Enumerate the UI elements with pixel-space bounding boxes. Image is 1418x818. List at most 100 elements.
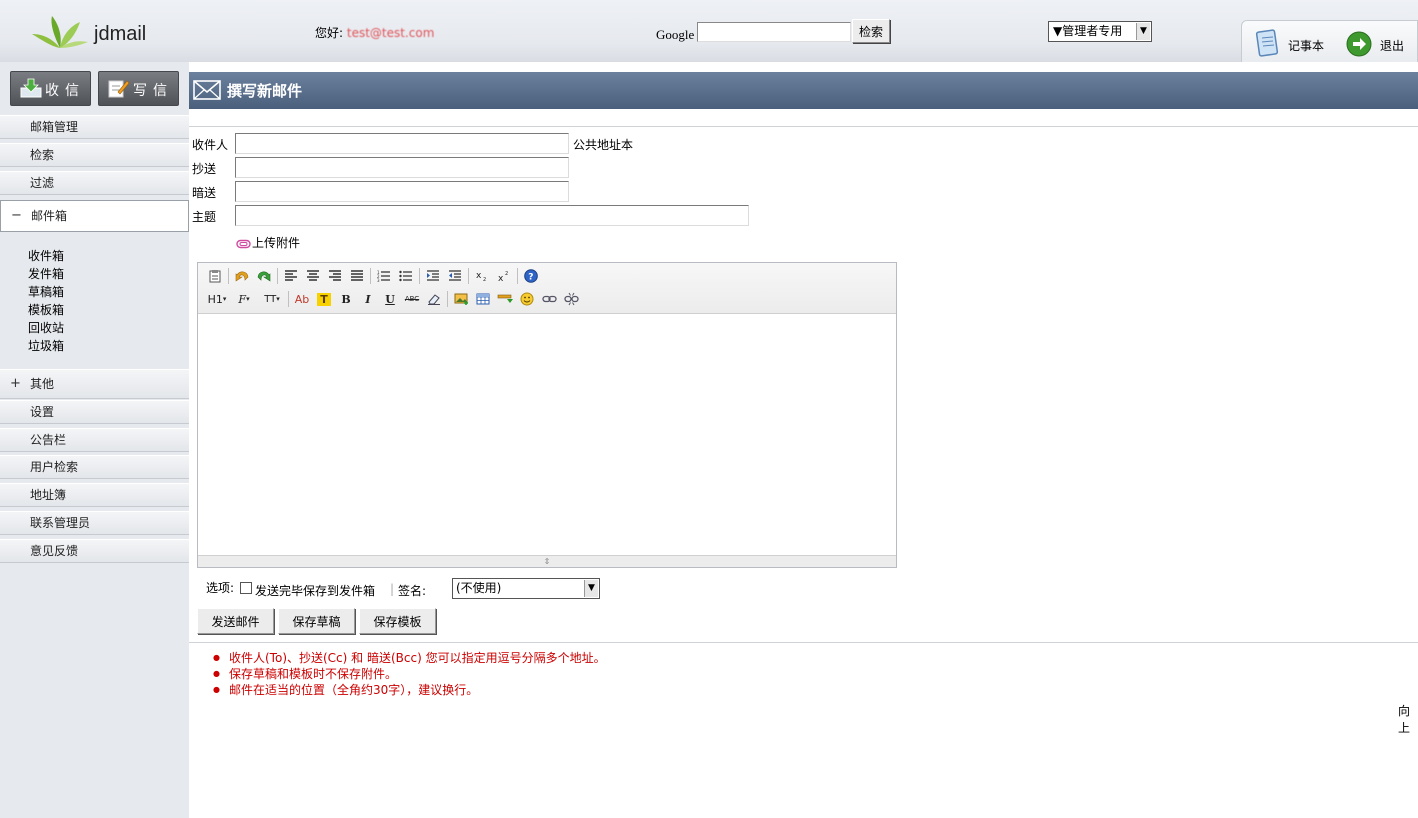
logo-text: jdmail bbox=[94, 23, 147, 45]
save-to-sent-label[interactable]: 发送完毕保存到发件箱 bbox=[255, 582, 375, 599]
font-size-dropdown[interactable]: TT ▾ bbox=[258, 289, 286, 309]
signature-select[interactable]: (不使用) ▼ bbox=[452, 578, 600, 599]
sidebar-item-user-search[interactable]: 用户检索 bbox=[0, 455, 189, 479]
bold-button[interactable]: B bbox=[335, 289, 357, 309]
cc-field[interactable] bbox=[235, 157, 569, 178]
strikethrough-label: ABC bbox=[404, 295, 420, 303]
sidebar-item-other[interactable]: + 其他 bbox=[0, 369, 189, 399]
insert-table-icon[interactable] bbox=[472, 289, 494, 309]
bcc-field[interactable] bbox=[235, 181, 569, 202]
folder-spam[interactable]: 垃圾箱 bbox=[28, 337, 64, 354]
folder-inbox[interactable]: 收件箱 bbox=[28, 247, 64, 264]
receive-mail-button[interactable]: 收信 bbox=[10, 71, 91, 106]
heading-dropdown[interactable]: H1 ▾ bbox=[204, 289, 230, 309]
sidebar-item-bulletin[interactable]: 公告栏 bbox=[0, 428, 189, 452]
sidebar-item-settings[interactable]: 设置 bbox=[0, 400, 189, 424]
text-color-button[interactable]: Ab bbox=[291, 289, 313, 309]
logout-link[interactable]: 退出 bbox=[1380, 37, 1404, 54]
google-search-input[interactable] bbox=[697, 22, 851, 42]
toolbar-separator bbox=[419, 268, 420, 284]
sidebar-item-address-book[interactable]: 地址簿 bbox=[0, 483, 189, 507]
folder-templates[interactable]: 模板箱 bbox=[28, 301, 64, 318]
expand-plus-icon: + bbox=[10, 376, 21, 391]
sidebar-item-feedback[interactable]: 意见反馈 bbox=[0, 539, 189, 563]
logo[interactable]: jdmail bbox=[32, 14, 162, 50]
logout-arrow-icon[interactable] bbox=[1346, 31, 1372, 57]
cc-label: 抄送 bbox=[192, 162, 217, 176]
italic-label: I bbox=[365, 292, 371, 306]
write-mail-label: 写信 bbox=[133, 83, 173, 99]
to-field[interactable] bbox=[235, 133, 569, 154]
highlight-button[interactable]: T bbox=[313, 289, 335, 309]
highlight-label: T bbox=[317, 292, 331, 306]
sidebar-item-label: 检索 bbox=[30, 148, 55, 162]
greeting-label: 您好: bbox=[315, 26, 344, 40]
ordered-list-icon[interactable]: 123 bbox=[373, 266, 395, 286]
toolbar-separator bbox=[468, 268, 469, 284]
insert-rule-icon[interactable] bbox=[494, 289, 516, 309]
sidebar-item-label: 用户检索 bbox=[30, 460, 79, 474]
editor-content-area[interactable] bbox=[198, 315, 896, 556]
subscript-icon[interactable]: x2 bbox=[471, 266, 493, 286]
collapse-minus-icon: − bbox=[11, 208, 22, 223]
save-to-sent-checkbox[interactable] bbox=[240, 582, 252, 594]
resize-grip-icon: ⇕ bbox=[543, 557, 551, 566]
folder-drafts[interactable]: 草稿箱 bbox=[28, 283, 64, 300]
help-icon[interactable]: ? bbox=[520, 266, 542, 286]
strikethrough-button[interactable]: ABC bbox=[401, 289, 423, 309]
superscript-icon[interactable]: x2 bbox=[493, 266, 515, 286]
outdent-icon[interactable] bbox=[444, 266, 466, 286]
google-search-button[interactable]: 检索 bbox=[852, 19, 890, 43]
indent-icon[interactable] bbox=[422, 266, 444, 286]
memo-link[interactable]: 记事本 bbox=[1288, 37, 1324, 54]
public-address-book-link[interactable]: 公共地址本 bbox=[573, 136, 633, 153]
underline-button[interactable]: U bbox=[379, 289, 401, 309]
link-icon[interactable] bbox=[538, 289, 560, 309]
toolbar-row: 123 x2 x2 ? bbox=[204, 265, 542, 287]
paste-icon[interactable] bbox=[204, 266, 226, 286]
sidebar-item-contact-admin[interactable]: 联系管理员 bbox=[0, 511, 189, 535]
insert-image-icon[interactable] bbox=[450, 289, 472, 309]
options-separator: | bbox=[390, 582, 395, 596]
toolbar-separator bbox=[447, 291, 448, 307]
username: test@test.com bbox=[346, 26, 435, 40]
sidebar: 收信 写信 邮箱管理 检索 过滤 − 邮件箱 收件箱 发件箱 草稿箱 模板箱 回… bbox=[0, 62, 189, 818]
divider bbox=[189, 109, 1418, 127]
eraser-icon[interactable] bbox=[423, 289, 445, 309]
back-to-top-link[interactable]: 向上 bbox=[1398, 702, 1418, 736]
save-template-button[interactable]: 保存模板 bbox=[359, 608, 436, 634]
save-draft-button[interactable]: 保存草稿 bbox=[278, 608, 355, 634]
sidebar-item-filter[interactable]: 过滤 bbox=[0, 171, 189, 195]
sidebar-item-label: 其他 bbox=[30, 377, 55, 391]
folder-trash[interactable]: 回收站 bbox=[28, 319, 64, 336]
send-mail-button[interactable]: 发送邮件 bbox=[197, 608, 274, 634]
align-right-icon[interactable] bbox=[324, 266, 346, 286]
font-family-dropdown[interactable]: F ▾ bbox=[230, 289, 258, 309]
sidebar-item-mailbox-admin[interactable]: 邮箱管理 bbox=[0, 115, 189, 139]
toolbar-separator bbox=[288, 291, 289, 307]
sidebar-item-label: 邮件箱 bbox=[31, 209, 68, 223]
emoticon-icon[interactable] bbox=[516, 289, 538, 309]
unordered-list-icon[interactable] bbox=[395, 266, 417, 286]
sidebar-item-label: 联系管理员 bbox=[30, 516, 91, 530]
folder-sent[interactable]: 发件箱 bbox=[28, 265, 64, 282]
subject-field[interactable] bbox=[235, 205, 749, 226]
upload-attachment-link[interactable]: 上传附件 bbox=[236, 234, 300, 251]
sidebar-item-label: 意见反馈 bbox=[30, 544, 79, 558]
undo-icon[interactable] bbox=[231, 266, 253, 286]
editor-resize-handle[interactable]: ⇕ bbox=[198, 555, 896, 567]
align-justify-icon[interactable] bbox=[346, 266, 368, 286]
sidebar-item-label: 地址簿 bbox=[30, 488, 67, 502]
unlink-icon[interactable] bbox=[560, 289, 582, 309]
align-left-icon[interactable] bbox=[280, 266, 302, 286]
write-mail-button[interactable]: 写信 bbox=[98, 71, 179, 106]
align-center-icon[interactable] bbox=[302, 266, 324, 286]
admin-select[interactable]: ▼管理者专用 ▼ bbox=[1048, 21, 1152, 42]
sidebar-item-label: 邮箱管理 bbox=[30, 120, 79, 134]
redo-icon[interactable] bbox=[253, 266, 275, 286]
italic-button[interactable]: I bbox=[357, 289, 379, 309]
receive-mail-label: 收信 bbox=[45, 83, 85, 99]
sidebar-item-search[interactable]: 检索 bbox=[0, 143, 189, 167]
sidebar-item-mailbox[interactable]: − 邮件箱 bbox=[0, 200, 189, 232]
notepad-icon[interactable] bbox=[1254, 28, 1282, 58]
